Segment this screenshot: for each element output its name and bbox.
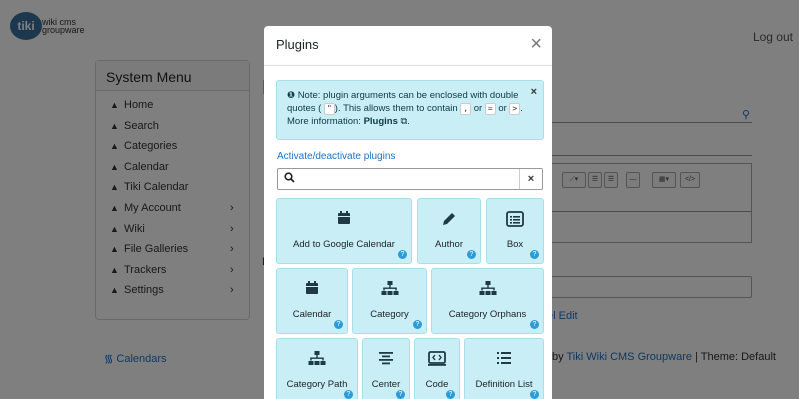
search-icon <box>284 172 295 186</box>
plugin-search-input[interactable] <box>300 171 524 189</box>
plugin-tile-category-path[interactable]: Category Path ? <box>276 338 358 399</box>
plugin-tile-box[interactable]: Box ? <box>486 198 544 264</box>
equals-key: = <box>484 103 496 115</box>
note-text-3: or <box>473 103 483 114</box>
close-icon[interactable]: × <box>530 32 542 56</box>
quote-key: " <box>323 103 335 115</box>
help-icon[interactable]: ? <box>446 390 455 399</box>
calendar-icon <box>277 281 347 300</box>
comma-key: , <box>460 103 472 115</box>
sitemap-icon <box>353 281 426 301</box>
box-icon <box>487 211 543 232</box>
activate-plugins-link[interactable]: Activate/deactivate plugins <box>277 151 395 162</box>
plugin-tile-add-to-google-calendar[interactable]: Add to Google Calendar ? <box>276 198 412 264</box>
plugin-tile-label: Category Orphans <box>448 309 527 320</box>
plugin-tile-label: Box <box>506 239 524 250</box>
pen-icon <box>418 211 480 232</box>
plugin-tile-label: Category <box>370 309 409 320</box>
help-icon[interactable]: ? <box>530 250 539 259</box>
help-icon[interactable]: ? <box>530 320 539 329</box>
modal-title: Plugins <box>276 37 319 52</box>
plugin-filter: × <box>277 168 543 190</box>
plugin-tile-definition-list[interactable]: Definition List ? <box>464 338 544 399</box>
help-icon[interactable]: ? <box>530 390 539 399</box>
clear-filter-button[interactable]: × <box>519 169 542 189</box>
note-text-4: or <box>498 103 507 114</box>
align-center-icon <box>363 351 409 370</box>
help-icon[interactable]: ? <box>467 250 476 259</box>
plugin-tile-category-orphans[interactable]: Category Orphans ? <box>431 268 544 334</box>
gt-key: > <box>509 103 521 115</box>
note-text-2: ). This allows them to contain <box>334 103 458 114</box>
plugins-doc-link[interactable]: Plugins <box>364 116 398 127</box>
code-icon <box>415 351 459 371</box>
plugin-tile-center[interactable]: Center ? <box>362 338 410 399</box>
plugin-tile-author[interactable]: Author ? <box>417 198 481 264</box>
plugin-tile-code[interactable]: Code ? <box>414 338 460 399</box>
plugin-tile-label: Center <box>371 379 401 390</box>
plugin-tile-label: Author <box>435 239 463 250</box>
help-icon[interactable]: ? <box>334 320 343 329</box>
plugin-tile-label: Add to Google Calendar <box>293 239 395 250</box>
plugin-tile-label: Category Path <box>286 379 348 390</box>
help-icon[interactable]: ? <box>398 250 407 259</box>
plugin-note-alert: × ❶ Note: plugin arguments can be enclos… <box>276 80 544 140</box>
plugin-tile-label: Definition List <box>475 379 533 390</box>
list-icon <box>465 351 543 370</box>
help-icon[interactable]: ? <box>413 320 422 329</box>
modal-header: Plugins × <box>264 26 552 66</box>
plugin-tile-calendar[interactable]: Calendar ? <box>276 268 348 334</box>
help-icon[interactable]: ? <box>396 390 405 399</box>
dismiss-note-button[interactable]: × <box>531 86 537 99</box>
plugins-modal: Plugins × × ❶ Note: plugin arguments can… <box>264 26 552 399</box>
info-icon: ❶ <box>287 90 298 101</box>
plugin-tile-label: Code <box>425 379 449 390</box>
plugin-tile-category[interactable]: Category ? <box>352 268 427 334</box>
sitemap-icon <box>277 351 357 371</box>
help-icon[interactable]: ? <box>344 390 353 399</box>
sitemap-icon <box>432 281 543 301</box>
plugin-tile-label: Calendar <box>292 309 332 320</box>
calendar-icon <box>277 211 411 230</box>
external-link-icon: ⧉. <box>397 116 410 127</box>
